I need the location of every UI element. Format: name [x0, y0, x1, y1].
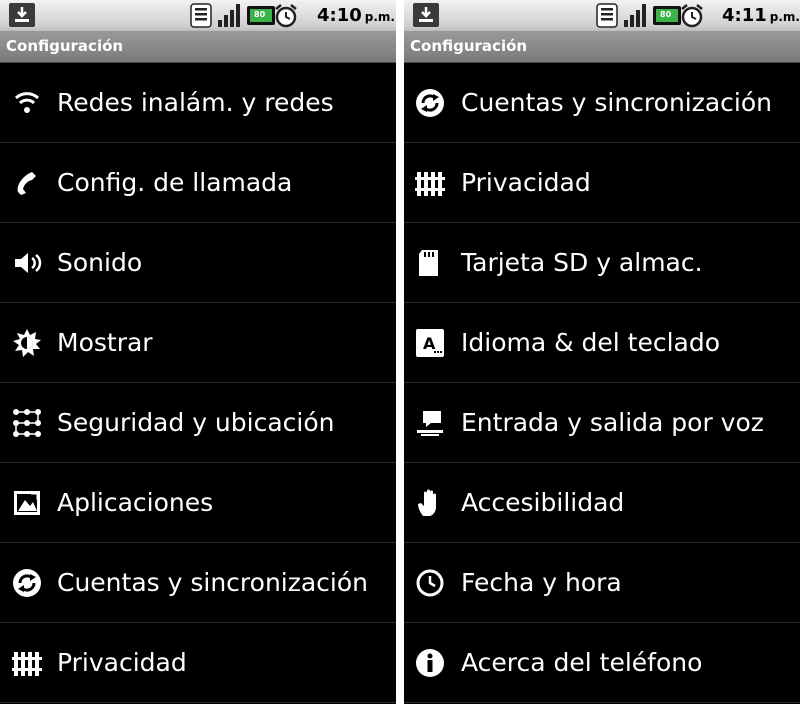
settings-item-accounts-sync[interactable]: Cuentas y sincronización	[404, 63, 800, 143]
title-bar: Configuración	[404, 31, 800, 63]
sd-card-icon	[419, 250, 438, 276]
signal-icon	[624, 4, 646, 27]
settings-item-date-time[interactable]: Fecha y hora	[404, 543, 800, 623]
settings-item-applications[interactable]: Aplicaciones	[0, 463, 396, 543]
settings-item-language-keyboard[interactable]: A Idioma & del teclado	[404, 303, 800, 383]
battery-level: 80	[254, 10, 266, 19]
settings-screen-left: 4:10 p.m. 80 Configuración Redes inalám. …	[0, 0, 396, 704]
settings-item-label: Seguridad y ubicación	[57, 408, 335, 437]
settings-item-label: Privacidad	[57, 648, 187, 677]
phone-handset-icon	[17, 172, 36, 195]
clock-ampm: p.m.	[769, 10, 800, 24]
clock-time: 4:11	[722, 5, 767, 26]
security-grid-icon	[13, 409, 41, 437]
hand-icon	[418, 489, 436, 516]
download-notification-icon[interactable]	[9, 3, 35, 27]
page-title: Configuración	[410, 37, 528, 55]
settings-item-label: Cuentas y sincronización	[461, 88, 773, 117]
brightness-icon	[13, 329, 41, 357]
settings-item-label: Mostrar	[57, 328, 153, 357]
settings-item-label: Privacidad	[461, 168, 591, 197]
settings-item-label: Sonido	[57, 248, 143, 277]
settings-item-accounts-sync[interactable]: Cuentas y sincronización	[0, 543, 396, 623]
alarm-icon	[275, 4, 297, 28]
vibrate-icon	[190, 3, 212, 28]
settings-item-label: Entrada y salida por voz	[461, 408, 764, 437]
settings-screen-right: 4:11 p.m. 80 Configuración Cuentas y sinc…	[404, 0, 800, 704]
settings-item-label: Acerca del teléfono	[461, 648, 703, 677]
settings-item-sd-storage[interactable]: Tarjeta SD y almac.	[404, 223, 800, 303]
title-bar: Configuración	[0, 31, 396, 63]
settings-item-label: Accesibilidad	[461, 488, 625, 517]
settings-item-label: Redes inalám. y redes	[57, 88, 334, 117]
settings-item-label: Aplicaciones	[57, 488, 214, 517]
status-bar: 4:11 p.m. 80	[404, 0, 800, 32]
settings-item-privacy[interactable]: Privacidad	[0, 623, 396, 703]
settings-item-label: Fecha y hora	[461, 568, 622, 597]
status-bar: 4:10 p.m. 80	[0, 0, 396, 32]
settings-item-sound[interactable]: Sonido	[0, 223, 396, 303]
keyboard-letter-icon: A	[416, 329, 444, 357]
vibrate-icon	[596, 3, 618, 28]
svg-text:A: A	[423, 334, 436, 353]
alarm-icon	[681, 4, 703, 28]
settings-item-call[interactable]: Config. de llamada	[0, 143, 396, 223]
settings-item-security[interactable]: Seguridad y ubicación	[0, 383, 396, 463]
settings-list: Redes inalám. y redes Config. de llamada…	[0, 63, 396, 703]
settings-item-wireless[interactable]: Redes inalám. y redes	[0, 63, 396, 143]
settings-item-label: Idioma & del teclado	[461, 328, 721, 357]
settings-list: Cuentas y sincronización Privacidad Tarj…	[404, 63, 800, 703]
settings-item-accessibility[interactable]: Accesibilidad	[404, 463, 800, 543]
privacy-fence-icon	[12, 652, 42, 676]
signal-icon	[218, 4, 240, 27]
clock-icon	[416, 569, 444, 597]
settings-item-about-phone[interactable]: Acerca del teléfono	[404, 623, 800, 703]
wifi-icon	[14, 92, 40, 113]
clock-time: 4:10	[317, 5, 362, 26]
sync-icon	[416, 89, 444, 117]
settings-item-display[interactable]: Mostrar	[0, 303, 396, 383]
download-notification-icon[interactable]	[413, 3, 439, 27]
privacy-fence-icon	[415, 172, 445, 196]
sync-icon	[13, 569, 41, 597]
applications-icon	[14, 491, 40, 515]
info-icon	[416, 649, 444, 677]
settings-item-label: Tarjeta SD y almac.	[461, 248, 703, 277]
speaker-icon	[15, 253, 42, 273]
clock-ampm: p.m.	[364, 10, 395, 24]
settings-item-label: Config. de llamada	[57, 168, 293, 197]
voice-icon	[417, 411, 443, 436]
battery-level: 80	[660, 10, 672, 19]
settings-item-privacy[interactable]: Privacidad	[404, 143, 800, 223]
page-title: Configuración	[6, 37, 124, 55]
settings-item-voice-io[interactable]: Entrada y salida por voz	[404, 383, 800, 463]
settings-item-label: Cuentas y sincronización	[57, 568, 369, 597]
